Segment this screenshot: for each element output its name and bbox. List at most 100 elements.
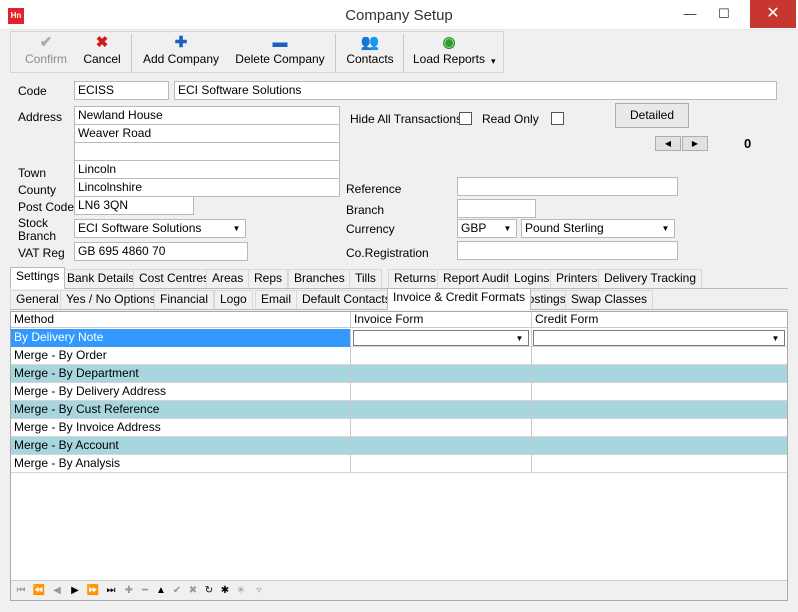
close-window-button[interactable]: ✕ (750, 0, 796, 28)
prev-page-icon[interactable]: ⏪ (31, 583, 47, 599)
tab-general[interactable]: General (10, 290, 65, 309)
detailed-button[interactable]: Detailed (615, 103, 689, 128)
invoice-form-select[interactable]: ▼ (353, 330, 529, 346)
read-only-checkbox[interactable] (551, 112, 564, 125)
invoice-form-cell[interactable] (351, 455, 532, 473)
table-row[interactable]: Merge - By Cust Reference (11, 401, 787, 419)
filter-icon[interactable]: ▿ (251, 583, 267, 599)
invoice-form-cell[interactable] (351, 383, 532, 401)
invoice-form-cell[interactable]: ▼ (351, 329, 532, 347)
reference-field[interactable] (457, 177, 678, 196)
tab-printers[interactable]: Printers (550, 269, 604, 288)
next-record-icon[interactable]: ▶ (67, 583, 83, 599)
currency-name-select[interactable]: Pound Sterling ▼ (521, 219, 675, 238)
credit-form-cell[interactable] (532, 437, 787, 455)
credit-form-cell[interactable] (532, 419, 787, 437)
delete-company-button[interactable]: ▬ Delete Company (231, 34, 329, 72)
bookmark-icon[interactable]: ✱ (217, 583, 233, 599)
invoice-form-cell[interactable] (351, 401, 532, 419)
tab-swap-classes[interactable]: Swap Classes (565, 290, 654, 309)
credit-form-cell[interactable]: ▼ (532, 329, 787, 347)
method-cell[interactable]: Merge - By Delivery Address (11, 383, 351, 401)
first-page-icon[interactable]: ⏮ (13, 583, 29, 599)
credit-form-cell[interactable] (532, 365, 787, 383)
maximize-button[interactable]: ☐ (708, 0, 740, 28)
table-row[interactable]: Merge - By Analysis (11, 455, 787, 473)
table-row[interactable]: Merge - By Order (11, 347, 787, 365)
credit-form-cell[interactable] (532, 455, 787, 473)
tab-cost-centres[interactable]: Cost Centres (133, 269, 216, 288)
previous-arrow-button[interactable]: ◀ (655, 136, 681, 151)
town-field[interactable]: Lincoln (74, 160, 340, 179)
table-row[interactable]: Merge - By Invoice Address (11, 419, 787, 437)
tab-areas[interactable]: Areas (206, 269, 250, 288)
credit-form-cell[interactable] (532, 401, 787, 419)
next-arrow-button[interactable]: ▶ (682, 136, 708, 151)
prev-record-icon[interactable]: ◀ (49, 583, 65, 599)
tab-default-contacts[interactable]: Default Contacts (296, 290, 397, 309)
table-row[interactable]: Merge - By Account (11, 437, 787, 455)
next-page-icon[interactable]: ⏩ (85, 583, 101, 599)
code-field[interactable]: ECISS (74, 81, 169, 100)
tab-email[interactable]: Email (255, 290, 298, 309)
tab-branches[interactable]: Branches (288, 269, 351, 288)
method-cell[interactable]: Merge - By Cust Reference (11, 401, 351, 419)
invoice-form-cell[interactable] (351, 347, 532, 365)
stock-branch-select[interactable]: ECI Software Solutions ▼ (74, 219, 246, 238)
vat-field[interactable]: GB 695 4860 70 (74, 242, 248, 261)
credit-form-cell[interactable] (532, 383, 787, 401)
address-line2-field[interactable]: Weaver Road (74, 124, 340, 143)
method-cell[interactable]: Merge - By Department (11, 365, 351, 383)
column-header-invoice-form[interactable]: Invoice Form (351, 312, 532, 328)
tab-logo[interactable]: Logo (214, 290, 253, 309)
tab-reps[interactable]: Reps (248, 269, 289, 288)
method-cell[interactable]: Merge - By Order (11, 347, 351, 365)
company-name-field[interactable]: ECI Software Solutions (174, 81, 777, 100)
cancel-edit-icon[interactable]: ✖ (185, 583, 201, 599)
tab-financial[interactable]: Financial (154, 290, 215, 309)
invoice-form-cell[interactable] (351, 365, 532, 383)
table-row[interactable]: Merge - By Delivery Address (11, 383, 787, 401)
coreg-field[interactable] (457, 241, 678, 260)
table-row[interactable]: Merge - By Department (11, 365, 787, 383)
credit-form-select[interactable]: ▼ (533, 330, 785, 346)
add-company-button[interactable]: ✚ Add Company (139, 34, 223, 72)
contacts-button[interactable]: 👥 Contacts (341, 34, 399, 72)
table-row[interactable]: By Delivery Note ▼ ▼ (11, 329, 787, 347)
tab-report-audit[interactable]: Report Audit (437, 269, 516, 288)
method-cell[interactable]: Merge - By Invoice Address (11, 419, 351, 437)
column-header-method[interactable]: Method (11, 312, 351, 328)
goto-bookmark-icon[interactable]: ✳ (233, 583, 249, 599)
tab-tills[interactable]: Tills (349, 269, 382, 288)
tab-logins[interactable]: Logins (508, 269, 556, 288)
address-line3-field[interactable] (74, 142, 340, 161)
last-page-icon[interactable]: ⏭ (103, 583, 119, 599)
cancel-button[interactable]: ✖ Cancel (77, 34, 127, 72)
tab-invoice-credit-formats[interactable]: Invoice & Credit Formats (387, 288, 532, 310)
column-header-credit-form[interactable]: Credit Form (532, 312, 787, 328)
refresh-icon[interactable]: ↻ (201, 583, 217, 599)
minimize-button[interactable]: — (674, 0, 706, 28)
method-cell[interactable]: By Delivery Note (11, 329, 351, 347)
county-field[interactable]: Lincolnshire (74, 178, 340, 197)
edit-icon[interactable]: ▲ (153, 583, 169, 599)
postcode-field[interactable]: LN6 3QN (74, 196, 194, 215)
insert-icon[interactable]: ✚ (121, 583, 137, 599)
load-reports-button[interactable]: ◉ Load Reports (409, 34, 489, 72)
tab-settings[interactable]: Settings (10, 267, 66, 289)
currency-code-select[interactable]: GBP ▼ (457, 219, 517, 238)
method-cell[interactable]: Merge - By Analysis (11, 455, 351, 473)
branch-field[interactable] (457, 199, 536, 218)
invoice-form-cell[interactable] (351, 419, 532, 437)
address-line1-field[interactable]: Newland House (74, 106, 340, 125)
delete-icon[interactable]: ━ (137, 583, 153, 599)
tab-delivery-tracking[interactable]: Delivery Tracking (598, 269, 703, 288)
hide-all-transactions-checkbox[interactable] (459, 112, 472, 125)
credit-form-cell[interactable] (532, 347, 787, 365)
tab-yes-no-options[interactable]: Yes / No Options (60, 290, 162, 309)
invoice-form-cell[interactable] (351, 437, 532, 455)
tab-bank-details[interactable]: Bank Details (61, 269, 141, 288)
confirm-button[interactable]: ✔ Confirm (17, 34, 75, 72)
dropdown-arrow-icon[interactable]: ▾ (491, 56, 496, 67)
post-icon[interactable]: ✔ (169, 583, 185, 599)
